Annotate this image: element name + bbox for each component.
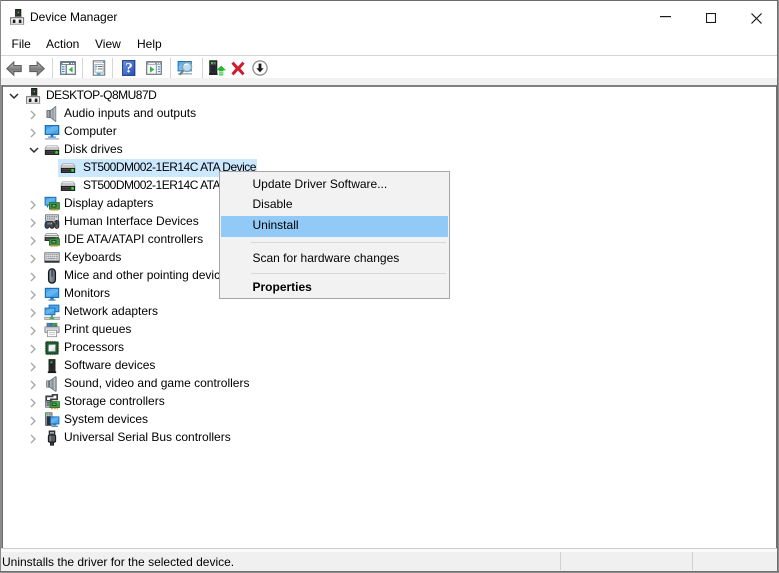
svg-text:?: ? — [125, 61, 133, 76]
